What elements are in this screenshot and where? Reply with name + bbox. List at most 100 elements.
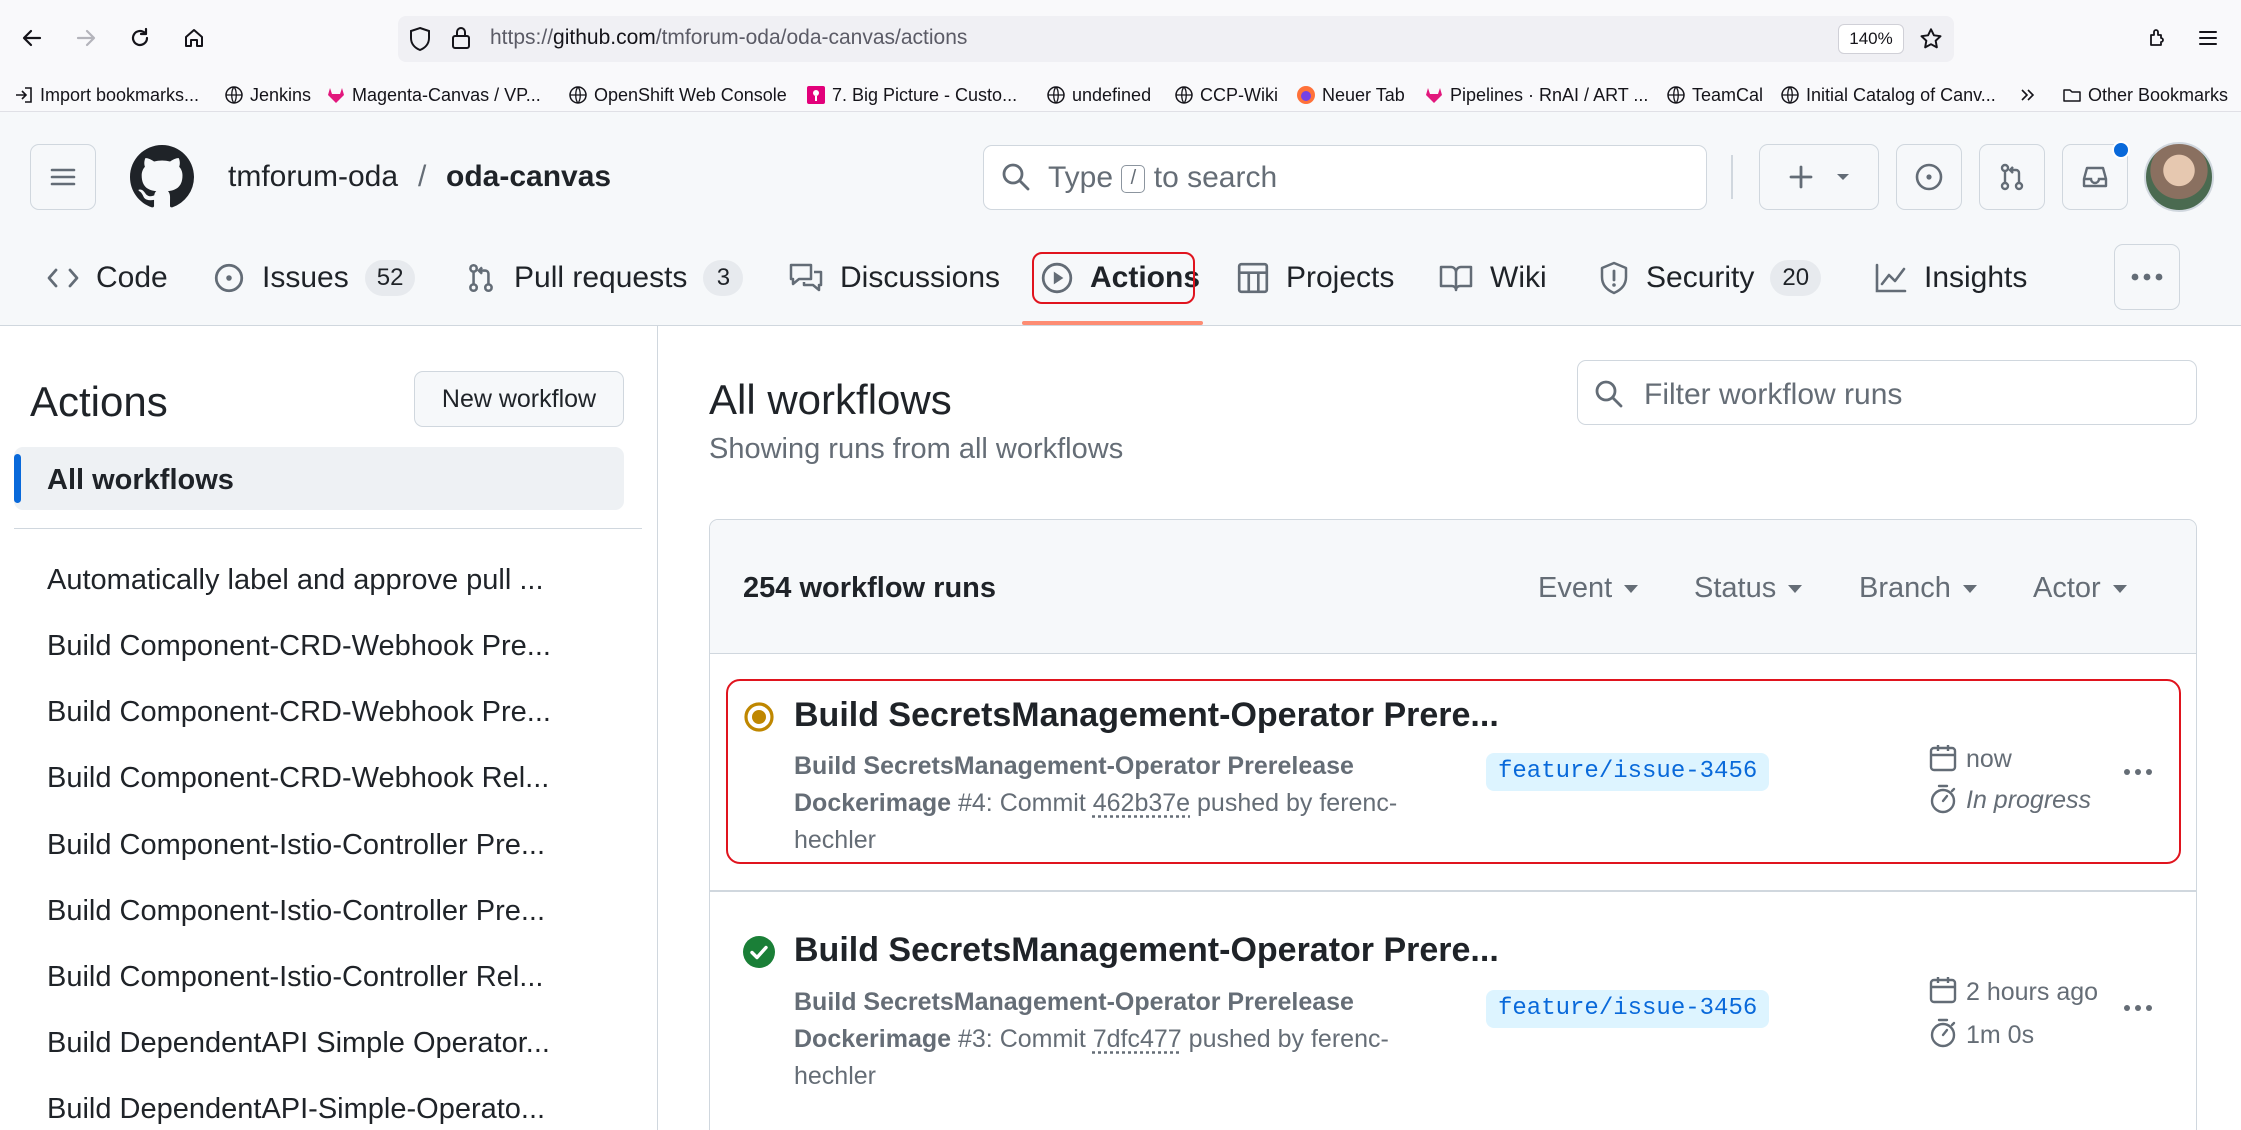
actions-tab-highlight bbox=[1032, 252, 1195, 304]
tab-insights[interactable]: Insights bbox=[1874, 250, 2027, 306]
tab-security[interactable]: Security 20 bbox=[1598, 250, 1822, 306]
issue-icon bbox=[214, 263, 244, 293]
bookmark-star-icon[interactable] bbox=[1918, 26, 1944, 52]
bookmark-pipelines[interactable]: Pipelines · RnAI / ART ... bbox=[1424, 80, 1648, 110]
search-icon bbox=[1593, 378, 1625, 410]
plus-icon bbox=[1789, 165, 1813, 189]
page-subtitle: Showing runs from all workflows bbox=[709, 433, 1124, 465]
shield-tracking-icon[interactable] bbox=[408, 26, 432, 52]
menu-icon[interactable] bbox=[2196, 26, 2220, 50]
filter-branch-dropdown[interactable]: Branch bbox=[1859, 572, 1977, 605]
sidebar-title: Actions bbox=[30, 378, 168, 425]
bookmark-magenta-canvas[interactable]: Magenta-Canvas / VP... bbox=[326, 80, 541, 110]
book-icon bbox=[1439, 265, 1473, 292]
chevron-down-icon bbox=[2112, 584, 2127, 593]
tab-pull-requests[interactable]: Pull requests 3 bbox=[464, 250, 744, 306]
bookmarks-overflow-button[interactable] bbox=[2018, 80, 2038, 110]
sidebar-divider bbox=[657, 326, 658, 1130]
chevron-down-icon bbox=[1962, 584, 1977, 593]
avatar[interactable] bbox=[2144, 142, 2214, 212]
workflow-item[interactable]: Build Component-Istio-Controller Pre... bbox=[47, 895, 545, 928]
calendar-icon bbox=[1928, 975, 1958, 1005]
magenta-icon bbox=[807, 86, 825, 104]
bookmark-openshift[interactable]: OpenShift Web Console bbox=[568, 80, 787, 110]
filter-actor-dropdown[interactable]: Actor bbox=[2033, 572, 2127, 605]
chevron-down-icon bbox=[1837, 174, 1849, 180]
workflow-item[interactable]: Build Component-Istio-Controller Rel... bbox=[47, 961, 543, 994]
run-highlight bbox=[726, 679, 2181, 864]
hamburger-icon bbox=[50, 168, 76, 186]
back-button[interactable] bbox=[12, 18, 52, 58]
global-menu-button[interactable] bbox=[30, 144, 96, 210]
url-text[interactable]: https://github.com/tmforum-oda/oda-canva… bbox=[490, 26, 967, 50]
run-timestamp: 2 hours ago bbox=[1966, 978, 2099, 1006]
bookmark-undefined[interactable]: undefined bbox=[1046, 80, 1151, 110]
success-status-icon bbox=[742, 935, 776, 969]
bookmark-teamcal[interactable]: TeamCal bbox=[1666, 80, 1763, 110]
globe-icon bbox=[1175, 86, 1193, 104]
commit-sha-link[interactable]: 7dfc477 bbox=[1093, 1025, 1182, 1053]
workflow-item[interactable]: Build Component-Istio-Controller Pre... bbox=[47, 829, 545, 862]
home-button[interactable] bbox=[174, 18, 214, 58]
tab-discussions[interactable]: Discussions bbox=[788, 250, 1000, 306]
code-icon bbox=[47, 268, 79, 288]
forward-button[interactable] bbox=[66, 18, 106, 58]
search-icon bbox=[1000, 161, 1032, 193]
run-description: Build SecretsManagement-Operator Prerele… bbox=[794, 988, 1389, 1090]
table-icon bbox=[1237, 262, 1269, 294]
inbox-icon bbox=[2082, 166, 2108, 188]
pull-requests-button[interactable] bbox=[1979, 144, 2045, 210]
create-new-button[interactable] bbox=[1759, 144, 1879, 210]
repo-name-link[interactable]: oda-canvas bbox=[446, 160, 611, 194]
reload-button[interactable] bbox=[120, 18, 160, 58]
chevron-down-icon bbox=[1788, 584, 1803, 593]
bookmark-import[interactable]: Import bookmarks... bbox=[14, 80, 199, 110]
tabs-overflow-button[interactable] bbox=[2114, 244, 2180, 310]
gitlab-icon bbox=[1426, 88, 1442, 103]
bookmark-neuer-tab[interactable]: Neuer Tab bbox=[1296, 80, 1405, 110]
tab-wiki[interactable]: Wiki bbox=[1438, 250, 1547, 306]
workflow-item[interactable]: Build DependentAPI-Simple-Operato... bbox=[47, 1093, 545, 1126]
run-options-button[interactable] bbox=[2120, 990, 2156, 1026]
breadcrumb-separator: / bbox=[418, 160, 427, 193]
filter-event-dropdown[interactable]: Event bbox=[1538, 572, 1639, 605]
lock-icon[interactable] bbox=[450, 25, 472, 51]
bookmark-ccp-wiki[interactable]: CCP-Wiki bbox=[1174, 80, 1278, 110]
tab-issues[interactable]: Issues 52 bbox=[212, 250, 416, 306]
pull-requests-count: 3 bbox=[703, 260, 744, 296]
run-title-link[interactable]: Build SecretsManagement-Operator Prere..… bbox=[794, 931, 1499, 970]
arrow-right-icon bbox=[76, 29, 96, 47]
tab-projects[interactable]: Projects bbox=[1236, 250, 1394, 306]
bookmark-jenkins[interactable]: Jenkins bbox=[224, 80, 311, 110]
zoom-level[interactable]: 140% bbox=[1838, 24, 1904, 54]
new-workflow-button[interactable]: New workflow bbox=[414, 371, 624, 427]
bookmark-big-picture[interactable]: 7. Big Picture - Custo... bbox=[806, 80, 1017, 110]
run-duration: 1m 0s bbox=[1966, 1021, 2035, 1049]
github-logo-icon[interactable] bbox=[130, 145, 194, 209]
selected-item-marker bbox=[14, 454, 21, 503]
filter-status-dropdown[interactable]: Status bbox=[1694, 572, 1803, 605]
workflow-item[interactable]: Build Component-CRD-Webhook Pre... bbox=[47, 696, 551, 729]
branch-label[interactable]: feature/issue-3456 bbox=[1486, 990, 1770, 1028]
chevron-down-icon bbox=[1624, 584, 1639, 593]
issues-button[interactable] bbox=[1896, 144, 1962, 210]
workflow-item[interactable]: Build DependentAPI Simple Operator... bbox=[47, 1027, 550, 1060]
header-divider bbox=[1731, 155, 1733, 199]
sidebar-item-label: All workflows bbox=[47, 464, 234, 496]
filter-placeholder: Filter workflow runs bbox=[1644, 378, 1903, 411]
kebab-horizontal-icon bbox=[2131, 273, 2163, 281]
stopwatch-icon bbox=[1928, 1017, 1958, 1049]
extensions-icon[interactable] bbox=[2146, 26, 2170, 50]
other-bookmarks[interactable]: Other Bookmarks bbox=[2062, 80, 2228, 110]
workflow-item[interactable]: Build Component-CRD-Webhook Rel... bbox=[47, 762, 549, 795]
globe-icon bbox=[1047, 86, 1065, 104]
workflow-item[interactable]: Build Component-CRD-Webhook Pre... bbox=[47, 630, 551, 663]
import-icon bbox=[16, 87, 32, 103]
repo-owner-link[interactable]: tmforum-oda bbox=[228, 160, 398, 194]
globe-icon bbox=[1667, 86, 1685, 104]
tab-code[interactable]: Code bbox=[46, 250, 168, 306]
pull-request-icon bbox=[469, 263, 493, 293]
page-title: All workflows bbox=[709, 376, 952, 423]
bookmark-initial-catalog[interactable]: Initial Catalog of Canv... bbox=[1780, 80, 1996, 110]
workflow-item[interactable]: Automatically label and approve pull ... bbox=[47, 564, 544, 597]
